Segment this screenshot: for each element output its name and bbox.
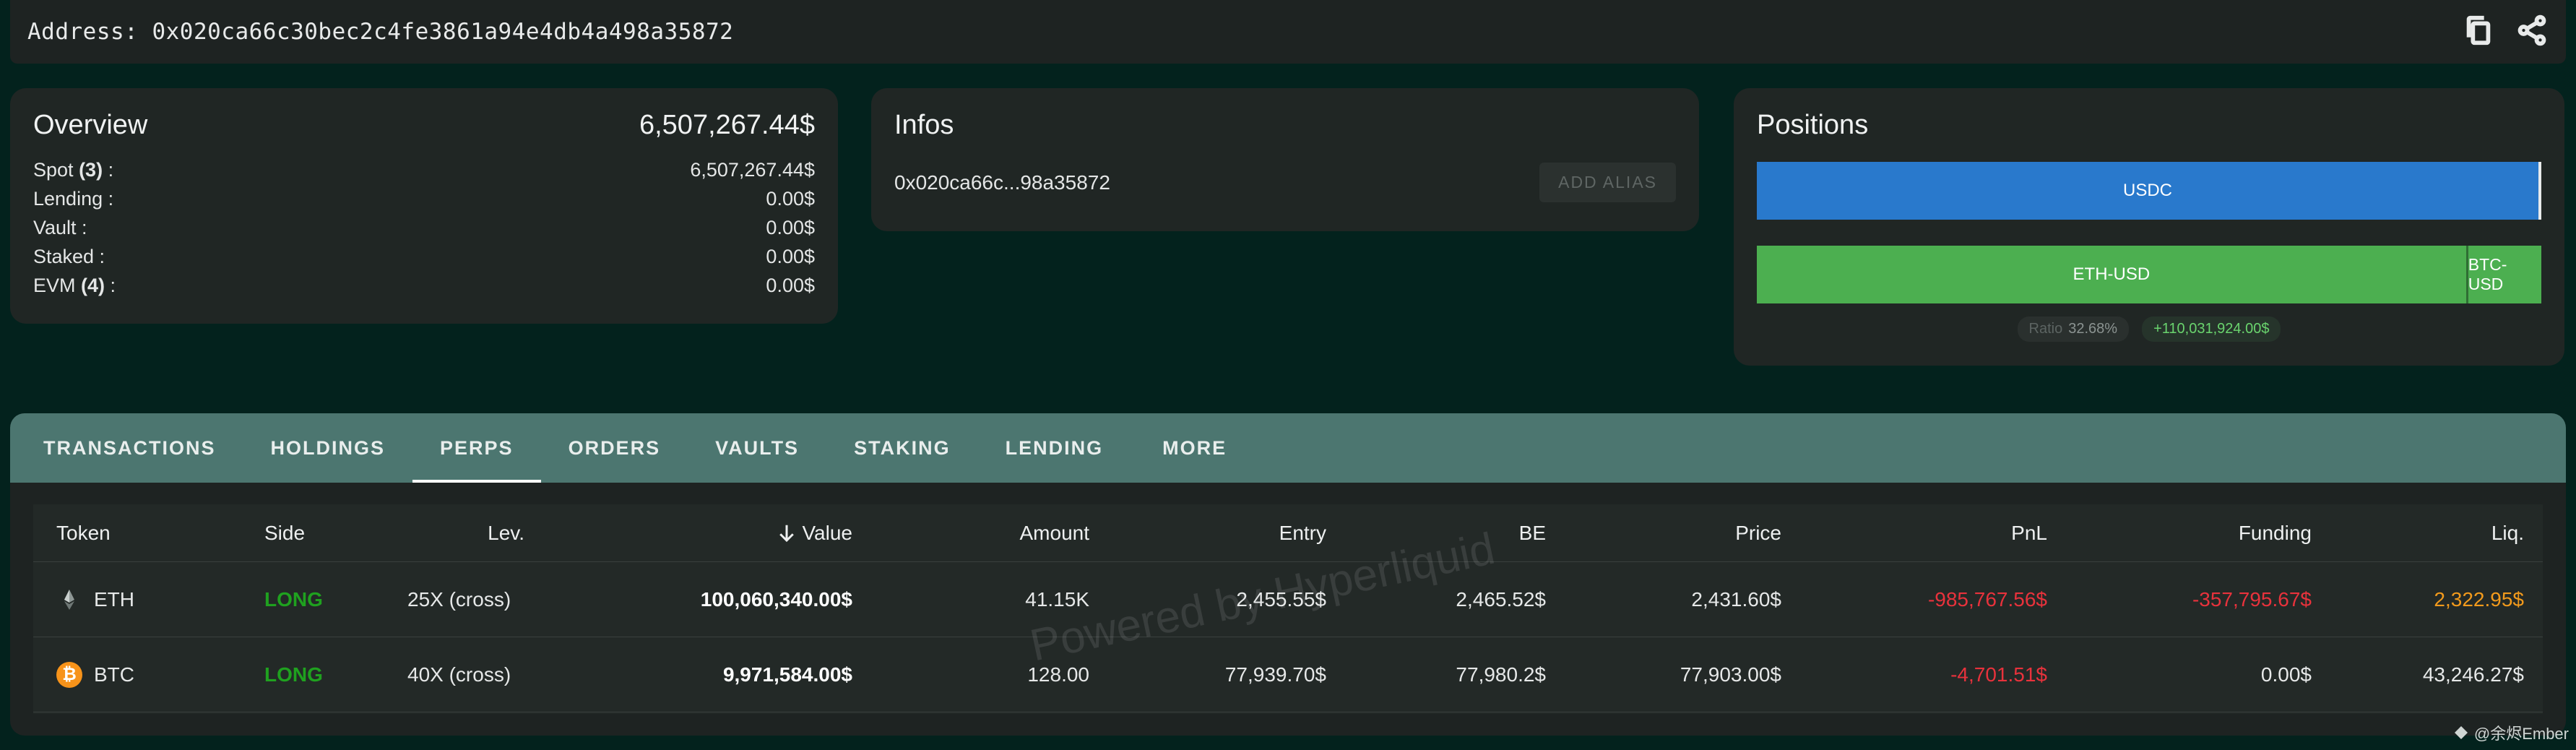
col-price[interactable]: Price (1594, 504, 1781, 561)
weibo-logo-icon (2454, 726, 2468, 739)
add-alias-button[interactable]: ADD ALIAS (1539, 163, 1676, 202)
col-lev[interactable]: Lev. (416, 504, 524, 561)
tab-holdings[interactable]: HOLDINGS (243, 413, 413, 483)
overview-value: 0.00$ (766, 188, 815, 210)
overview-total: 6,507,267.44$ (639, 110, 815, 140)
eth-icon (56, 587, 82, 613)
usdc-position-bar[interactable]: USDC (1757, 162, 2541, 220)
positions-title: Positions (1757, 110, 1869, 140)
col-pnl[interactable]: PnL (1854, 504, 2047, 561)
overview-row-evm: EVM (4) : 0.00$ (33, 271, 815, 300)
col-entry[interactable]: Entry (1138, 504, 1326, 561)
value-cell: 9,971,584.00$ (722, 663, 852, 686)
tab-bar: TRANSACTIONS HOLDINGS PERPS ORDERS VAULT… (10, 413, 2566, 483)
col-be[interactable]: BE (1362, 504, 1546, 561)
col-amount[interactable]: Amount (900, 504, 1090, 561)
overview-row-spot: Spot (3) : 6,507,267.44$ (33, 155, 815, 184)
tab-staking[interactable]: STAKING (826, 413, 978, 483)
position-chips: Ratio 32.68% +110,031,924.00$ (1734, 316, 2564, 342)
pnl-cell: -4,701.51$ (1950, 663, 2047, 686)
token-cell: ETH (56, 562, 134, 637)
tab-vaults[interactable]: VAULTS (688, 413, 826, 483)
infos-card: Infos 0x020ca66c...98a35872 ADD ALIAS (871, 88, 1699, 231)
overview-value: 0.00$ (766, 246, 815, 267)
btc-icon: ₿ (56, 661, 82, 688)
col-liq[interactable]: Liq. (2345, 504, 2524, 561)
btc-position-bar[interactable]: BTC-USD (2465, 246, 2541, 303)
col-side[interactable]: Side (264, 504, 305, 561)
token-cell: ₿ BTC (56, 637, 134, 712)
value-cell: 100,060,340.00$ (700, 587, 852, 611)
short-address: 0x020ca66c...98a35872 (894, 171, 1110, 194)
overview-card: Overview 6,507,267.44$ Spot (3) : 6,507,… (10, 88, 838, 324)
credit-label: @余烬Ember (2452, 721, 2569, 744)
amount-cell: 128.00 (1027, 663, 1089, 686)
be-cell: 2,465.52$ (1456, 587, 1546, 611)
tab-perps[interactable]: PERPS (412, 413, 541, 483)
copy-icon[interactable] (2462, 14, 2495, 51)
side-cell: LONG (264, 663, 323, 686)
ratio-chip: Ratio 32.68% (2017, 316, 2130, 342)
col-value[interactable]: Value (683, 504, 852, 561)
address-bar: Address: 0x020ca66c30bec2c4fe3861a94e4db… (10, 0, 2566, 64)
wallet-address: Address: 0x020ca66c30bec2c4fe3861a94e4db… (27, 19, 734, 45)
tab-orders[interactable]: ORDERS (541, 413, 688, 483)
table-row[interactable]: ETH LONG 25X (cross) 100,060,340.00$ 41.… (33, 562, 2543, 637)
positions-card: Positions USDC ETH-USD BTC-USD Ratio 32.6… (1734, 88, 2564, 366)
table-row[interactable]: ₿ BTC LONG 40X (cross) 9,971,584.00$ 128… (33, 637, 2543, 712)
infos-title: Infos (894, 110, 954, 140)
overview-value: 0.00$ (766, 275, 815, 296)
col-funding[interactable]: Funding (2099, 504, 2312, 561)
liq-cell: 2,322.95$ (2434, 587, 2524, 611)
overview-row-staked: Staked : 0.00$ (33, 242, 815, 271)
overview-value: 6,507,267.44$ (690, 159, 815, 181)
tab-lending[interactable]: LENDING (978, 413, 1131, 483)
overview-title: Overview (33, 110, 148, 140)
tab-more[interactable]: MORE (1135, 413, 1254, 483)
col-token[interactable]: Token (56, 504, 111, 561)
funding-cell: -357,795.67$ (2192, 587, 2312, 611)
amount-cell: 41.15K (1025, 587, 1089, 611)
eth-position-bar[interactable]: ETH-USD (1757, 246, 2466, 303)
entry-cell: 2,455.55$ (1236, 587, 1326, 611)
portfolio-panel: TRANSACTIONS HOLDINGS PERPS ORDERS VAULT… (10, 413, 2566, 736)
tab-transactions[interactable]: TRANSACTIONS (16, 413, 243, 483)
be-cell: 77,980.2$ (1456, 663, 1546, 686)
perps-table: Token Side Lev. Value Amount Entry BE Pr… (33, 504, 2543, 714)
share-icon[interactable] (2515, 14, 2549, 51)
sort-arrow-down-icon (779, 525, 795, 542)
perp-position-bars: ETH-USD BTC-USD (1757, 246, 2541, 303)
pnl-chip: +110,031,924.00$ (2142, 316, 2281, 342)
pnl-cell: -985,767.56$ (1927, 587, 2047, 611)
price-cell: 2,431.60$ (1691, 587, 1781, 611)
lev-cell: 40X (cross) (407, 663, 511, 686)
entry-cell: 77,939.70$ (1224, 663, 1326, 686)
price-cell: 77,903.00$ (1680, 663, 1781, 686)
liq-cell: 43,246.27$ (2422, 663, 2524, 686)
table-header: Token Side Lev. Value Amount Entry BE Pr… (33, 504, 2543, 562)
overview-value: 0.00$ (766, 217, 815, 238)
side-cell: LONG (264, 587, 323, 611)
lev-cell: 25X (cross) (407, 587, 511, 611)
overview-row-vault: Vault : 0.00$ (33, 213, 815, 242)
overview-row-lending: Lending : 0.00$ (33, 184, 815, 213)
address-actions (2462, 14, 2549, 51)
funding-cell: 0.00$ (2260, 663, 2312, 686)
